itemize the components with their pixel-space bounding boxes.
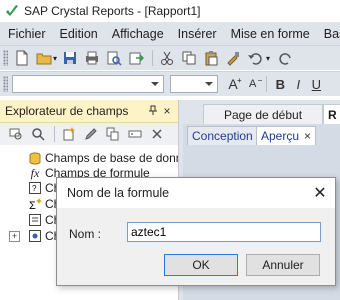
paste-button[interactable] [201,48,221,68]
tab-close-icon[interactable]: × [304,129,311,143]
toolbar-grip[interactable] [3,50,8,66]
tab-conception[interactable]: Conception [187,126,258,145]
field-explorer-header: Explorateur de champs × [0,100,178,123]
menu-affichage[interactable]: Affichage [105,27,171,41]
svg-text:?: ? [32,184,37,193]
delete-field-button[interactable] [147,124,167,144]
print-icon [86,51,99,65]
print-preview-icon [107,51,122,66]
print-button[interactable] [82,48,102,68]
export-button[interactable] [126,48,146,68]
rename-icon [128,130,142,138]
pin-icon[interactable] [146,104,160,118]
format-painter-button[interactable] [223,48,243,68]
browse-field-button[interactable] [6,124,26,144]
panel-close-icon[interactable]: × [160,104,174,118]
rename-field-button[interactable] [125,124,145,144]
cut-button[interactable] [157,48,177,68]
new-field-icon [63,127,75,141]
field-explorer-title: Explorateur de champs [5,104,129,118]
special-fields-icon [28,229,42,243]
italic-button[interactable]: I [289,77,307,92]
database-icon [28,151,42,165]
toolbar-separator [152,50,154,66]
toolbar-separator [266,76,268,92]
dialog-close-icon[interactable]: ✕ [305,183,335,203]
formula-name-label: Nom : [69,227,102,241]
folder-icon [36,53,52,65]
running-total-icon: Σ [28,197,42,211]
font-name-combo[interactable] [12,75,164,93]
tab-apercu[interactable]: Aperçu × [256,126,317,145]
minus-superscript-icon: − [257,75,263,85]
new-document-button[interactable] [12,48,32,68]
paste-icon [205,51,218,66]
save-button[interactable] [60,48,80,68]
chevron-down-icon[interactable]: ▾ [53,54,57,63]
print-preview-button[interactable] [104,48,124,68]
formula-name-dialog: Nom de la formule ✕ Nom : OK Annuler [56,177,336,286]
crystal-reports-app-icon [6,5,18,16]
menu-fichier[interactable]: Fichier [0,27,53,41]
duplicate-field-button[interactable] [103,124,123,144]
formula-icon: fx [30,165,40,180]
field-explorer-toolbar [0,123,178,145]
menu-mise-en-forme[interactable]: Mise en forme [224,27,317,41]
group-name-icon [28,213,42,227]
format-painter-icon [227,52,240,66]
find-field-button[interactable] [28,124,48,144]
pencil-icon [85,128,97,140]
undo-button[interactable] [245,48,265,68]
tab-start-page[interactable]: Page de début [203,104,323,125]
underline-button[interactable]: U [307,77,325,92]
open-folder-button[interactable] [34,48,54,68]
redo-icon [279,53,291,65]
window-title: SAP Crystal Reports - [Rapport1] [24,4,201,18]
cancel-button[interactable]: Annuler [246,254,320,276]
edit-field-button[interactable] [81,124,101,144]
window-titlebar: SAP Crystal Reports - [Rapport1] [0,0,340,22]
undo-dropdown-icon[interactable]: ▾ [266,54,270,63]
copy-button[interactable] [179,48,199,68]
dialog-titlebar: Nom de la formule ✕ [57,178,335,208]
menu-edition[interactable]: Edition [53,27,105,41]
tab-report[interactable]: R [323,104,340,125]
tab-label: Aperçu [261,129,300,143]
undo-icon [248,53,262,65]
redo-button[interactable] [276,48,296,68]
menu-bar: Fichier Edition Affichage Insérer Mise e… [0,22,340,45]
toolbar-grip[interactable] [3,76,8,92]
font-size-combo[interactable] [170,75,218,93]
formula-name-input[interactable] [127,222,321,242]
tab-label: Conception [192,129,253,143]
export-icon [129,52,145,65]
toolbar-separator [54,126,55,142]
browse-icon [9,128,22,140]
tree-expand-toggle[interactable]: + [9,231,20,242]
chevron-down-icon [151,82,159,86]
tree-item-database-fields[interactable]: Champs de base de données [28,150,178,166]
standard-toolbar: ▾ ▾ [0,45,340,70]
cut-icon [161,51,174,65]
dialog-title: Nom de la formule [67,186,170,200]
ok-button[interactable]: OK [164,254,238,276]
new-field-button[interactable] [59,124,79,144]
delete-icon [152,129,162,139]
duplicate-icon [106,127,119,141]
chevron-down-icon [205,82,213,86]
plus-superscript-icon: + [237,75,242,85]
tree-item-label: Champs de base de données [45,151,178,165]
parameter-icon: ? [28,181,42,195]
menu-base[interactable]: Base [317,27,340,41]
format-toolbar: A + A − B I U [0,71,340,96]
save-icon [64,52,77,64]
search-icon [32,128,45,141]
new-document-icon [16,50,28,66]
svg-text:Σ: Σ [29,200,36,211]
bold-button[interactable]: B [271,77,289,92]
menu-inserer[interactable]: Insérer [171,27,224,41]
copy-icon [182,51,196,65]
